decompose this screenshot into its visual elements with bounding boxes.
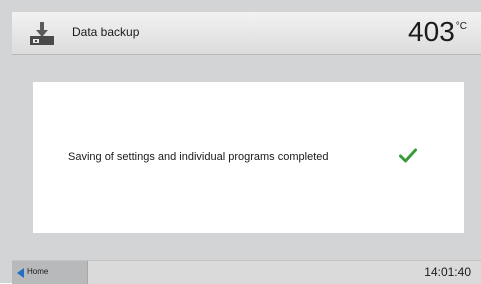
temperature-unit: °C — [455, 21, 467, 32]
message-panel: Saving of settings and individual progra… — [33, 82, 464, 233]
home-button-label: Home — [27, 267, 49, 276]
temperature-display: 403°C — [408, 16, 467, 48]
back-arrow-icon — [17, 268, 24, 278]
page-title: Data backup — [72, 25, 140, 39]
footer-bar: Home 14:01:40 — [12, 260, 481, 284]
clock: 14:01:40 — [424, 265, 471, 279]
header-bar: Data backup 403°C — [12, 12, 481, 55]
checkmark-icon — [399, 148, 417, 163]
device-screen: Data backup 403°C Saving of settings and… — [0, 0, 481, 284]
status-message: Saving of settings and individual progra… — [68, 151, 329, 163]
home-button[interactable]: Home — [12, 261, 88, 284]
data-backup-icon — [30, 22, 54, 45]
temperature-value: 403 — [408, 16, 455, 47]
